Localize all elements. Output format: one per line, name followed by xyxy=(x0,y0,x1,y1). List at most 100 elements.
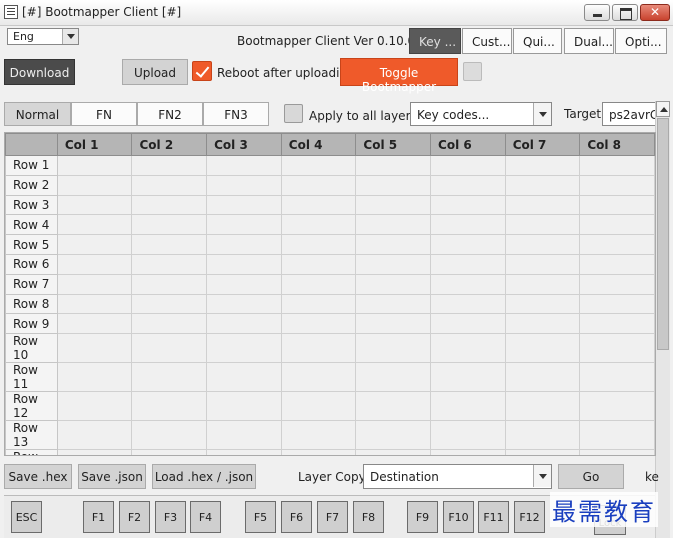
key-cell[interactable] xyxy=(355,253,432,275)
key-cell[interactable] xyxy=(579,273,655,295)
key-cell[interactable] xyxy=(56,362,133,393)
key-cell[interactable] xyxy=(355,214,432,236)
key-cell[interactable] xyxy=(579,420,655,451)
key-cell[interactable] xyxy=(504,420,581,451)
key-cell[interactable] xyxy=(131,362,208,393)
key-cell[interactable] xyxy=(579,293,655,315)
key-cell[interactable] xyxy=(579,391,655,422)
key-cell[interactable] xyxy=(280,234,357,255)
close-button[interactable] xyxy=(640,4,670,21)
apply-all-layers-checkbox[interactable] xyxy=(284,104,303,123)
key-cell[interactable] xyxy=(579,253,655,275)
key-cell[interactable] xyxy=(206,391,282,422)
tab-custom[interactable]: Cust... xyxy=(462,28,512,54)
key-cell[interactable] xyxy=(504,174,581,196)
tab-key[interactable]: Key ... xyxy=(409,28,461,54)
minimize-button[interactable] xyxy=(584,4,610,21)
tab-quick[interactable]: Qui... xyxy=(513,28,562,54)
key-cell[interactable] xyxy=(131,293,208,315)
key-cell[interactable] xyxy=(206,174,282,196)
key-cell[interactable] xyxy=(280,174,357,196)
key-f4[interactable]: F4 xyxy=(190,501,221,533)
layer-fn2[interactable]: FN2 xyxy=(137,102,203,126)
target-field[interactable]: ps2avrGB xyxy=(602,102,658,126)
key-cell[interactable] xyxy=(131,155,208,176)
tab-options[interactable]: Opti... xyxy=(615,28,667,54)
tab-dual[interactable]: Dual... xyxy=(564,28,614,54)
key-cell[interactable] xyxy=(206,362,282,393)
key-cell[interactable] xyxy=(131,253,208,275)
key-cell[interactable] xyxy=(430,234,506,255)
key-cell[interactable] xyxy=(280,449,357,455)
key-cell[interactable] xyxy=(280,253,357,275)
key-cell[interactable] xyxy=(206,273,282,295)
key-cell[interactable] xyxy=(131,194,208,216)
key-cell[interactable] xyxy=(355,391,432,422)
key-cell[interactable] xyxy=(355,420,432,451)
key-cell[interactable] xyxy=(56,449,133,455)
key-cell[interactable] xyxy=(504,155,581,176)
key-cell[interactable] xyxy=(355,449,432,455)
key-cell[interactable] xyxy=(206,234,282,255)
key-cell[interactable] xyxy=(206,420,282,451)
key-cell[interactable] xyxy=(430,391,506,422)
key-cell[interactable] xyxy=(579,194,655,216)
key-cell[interactable] xyxy=(131,313,208,335)
key-cell[interactable] xyxy=(504,293,581,315)
key-cell[interactable] xyxy=(131,420,208,451)
key-cell[interactable] xyxy=(131,174,208,196)
layer-normal[interactable]: Normal xyxy=(4,102,71,126)
key-cell[interactable] xyxy=(56,174,133,196)
key-cell[interactable] xyxy=(355,174,432,196)
load-hex-json-button[interactable]: Load .hex / .json xyxy=(152,464,256,489)
key-cell[interactable] xyxy=(56,155,133,176)
key-cell[interactable] xyxy=(355,273,432,295)
key-cell[interactable] xyxy=(355,362,432,393)
key-cell[interactable] xyxy=(56,391,133,422)
key-cell[interactable] xyxy=(579,313,655,335)
key-cell[interactable] xyxy=(579,362,655,393)
key-cell[interactable] xyxy=(56,194,133,216)
toggle-bootmapper-button[interactable]: Toggle Bootmapper xyxy=(340,58,458,94)
key-cell[interactable] xyxy=(131,273,208,295)
key-cell[interactable] xyxy=(206,253,282,275)
key-cell[interactable] xyxy=(504,313,581,335)
save-hex-button[interactable]: Save .hex xyxy=(4,464,72,489)
key-cell[interactable] xyxy=(355,293,432,315)
key-cell[interactable] xyxy=(280,155,357,176)
key-cell[interactable] xyxy=(280,273,357,295)
key-cell[interactable] xyxy=(56,234,133,255)
key-cell[interactable] xyxy=(430,293,506,315)
save-json-button[interactable]: Save .json xyxy=(78,464,146,489)
key-cell[interactable] xyxy=(355,313,432,335)
key-esc[interactable]: ESC xyxy=(11,501,42,533)
key-cell[interactable] xyxy=(206,194,282,216)
key-cell[interactable] xyxy=(280,313,357,335)
key-cell[interactable] xyxy=(131,449,208,455)
key-cell[interactable] xyxy=(206,155,282,176)
key-cell[interactable] xyxy=(504,391,581,422)
key-cell[interactable] xyxy=(280,214,357,236)
key-cell[interactable] xyxy=(504,234,581,255)
key-cell[interactable] xyxy=(56,214,133,236)
bootmapper-state-checkbox[interactable] xyxy=(463,62,482,81)
download-button[interactable]: Download xyxy=(4,59,75,85)
key-cell[interactable] xyxy=(280,362,357,393)
key-f2[interactable]: F2 xyxy=(119,501,150,533)
key-cell[interactable] xyxy=(131,234,208,255)
key-f5[interactable]: F5 xyxy=(245,501,276,533)
key-cell[interactable] xyxy=(56,253,133,275)
key-cell[interactable] xyxy=(280,194,357,216)
key-cell[interactable] xyxy=(579,234,655,255)
key-cell[interactable] xyxy=(504,214,581,236)
key-cell[interactable] xyxy=(430,253,506,275)
key-cell[interactable] xyxy=(355,155,432,176)
key-cell[interactable] xyxy=(504,362,581,393)
scroll-thumb[interactable] xyxy=(657,118,669,350)
key-cell[interactable] xyxy=(355,333,432,364)
key-cell[interactable] xyxy=(280,333,357,364)
key-f12[interactable]: F12 xyxy=(514,501,545,533)
key-cell[interactable] xyxy=(206,293,282,315)
key-cell[interactable] xyxy=(206,449,282,455)
key-cell[interactable] xyxy=(56,313,133,335)
